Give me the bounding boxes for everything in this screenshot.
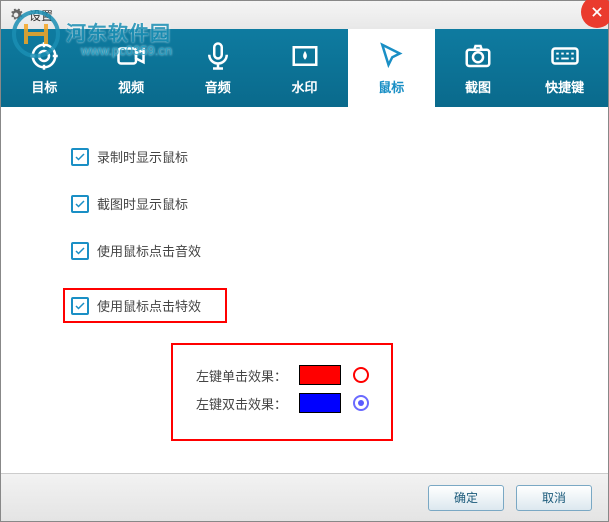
color-swatch-single[interactable] xyxy=(299,365,341,385)
check-icon xyxy=(74,151,86,163)
close-icon xyxy=(590,5,604,19)
effect-label: 左键单击效果： xyxy=(195,366,287,385)
tab-label: 音频 xyxy=(205,77,231,96)
tab-label: 截图 xyxy=(465,77,491,96)
check-icon xyxy=(74,198,86,210)
tab-audio[interactable]: 音频 xyxy=(174,29,261,107)
option-show-cursor-screenshot: 截图时显示鼠标 xyxy=(71,194,558,213)
microphone-icon xyxy=(203,41,233,71)
cursor-icon xyxy=(376,41,406,71)
gear-icon xyxy=(9,8,23,22)
effect-left-double: 左键双击效果： xyxy=(195,393,369,413)
checkbox-click-sound[interactable] xyxy=(71,242,89,260)
tab-label: 快捷键 xyxy=(545,77,584,96)
tab-video[interactable]: 视频 xyxy=(88,29,175,107)
effect-label: 左键双击效果： xyxy=(195,394,287,413)
tab-label: 鼠标 xyxy=(378,77,404,96)
checkbox-click-effect[interactable] xyxy=(71,297,89,315)
check-icon xyxy=(74,300,86,312)
footer: 确定 取消 xyxy=(1,473,608,521)
close-button[interactable] xyxy=(581,0,609,28)
titlebar: 设置 xyxy=(1,1,608,29)
preview-ring-double[interactable] xyxy=(353,395,369,411)
checkbox-show-cursor-record[interactable] xyxy=(71,148,89,166)
camera-icon xyxy=(463,41,493,71)
window-title: 设置 xyxy=(29,7,53,24)
tab-target[interactable]: 目标 xyxy=(1,29,88,107)
preview-ring-single[interactable] xyxy=(353,367,369,383)
checkbox-label: 录制时显示鼠标 xyxy=(97,147,188,166)
tab-screenshot[interactable]: 截图 xyxy=(435,29,522,107)
tab-label: 水印 xyxy=(292,77,318,96)
option-click-effect: 使用鼠标点击特效 xyxy=(63,288,227,323)
click-effects-group: 左键单击效果： 左键双击效果： xyxy=(171,343,393,441)
ok-button[interactable]: 确定 xyxy=(428,485,504,511)
option-click-sound: 使用鼠标点击音效 xyxy=(71,241,558,260)
video-icon xyxy=(116,41,146,71)
watermark-icon xyxy=(290,41,320,71)
tabbar: 目标 视频 音频 水印 鼠标 截图 快捷键 xyxy=(1,29,608,107)
effect-left-single: 左键单击效果： xyxy=(195,365,369,385)
cancel-button[interactable]: 取消 xyxy=(516,485,592,511)
tab-mouse[interactable]: 鼠标 xyxy=(348,29,435,107)
checkbox-show-cursor-screenshot[interactable] xyxy=(71,195,89,213)
checkbox-label: 使用鼠标点击特效 xyxy=(97,296,201,315)
content-panel: 录制时显示鼠标 截图时显示鼠标 使用鼠标点击音效 使用鼠标点击特效 左键单击效果… xyxy=(1,107,608,467)
tab-label: 目标 xyxy=(31,77,57,96)
color-swatch-double[interactable] xyxy=(299,393,341,413)
keyboard-icon xyxy=(550,41,580,71)
tab-hotkey[interactable]: 快捷键 xyxy=(521,29,608,107)
check-icon xyxy=(74,245,86,257)
tab-label: 视频 xyxy=(118,77,144,96)
target-icon xyxy=(29,41,59,71)
checkbox-label: 使用鼠标点击音效 xyxy=(97,241,201,260)
tab-watermark[interactable]: 水印 xyxy=(261,29,348,107)
checkbox-label: 截图时显示鼠标 xyxy=(97,194,188,213)
option-show-cursor-record: 录制时显示鼠标 xyxy=(71,147,558,166)
